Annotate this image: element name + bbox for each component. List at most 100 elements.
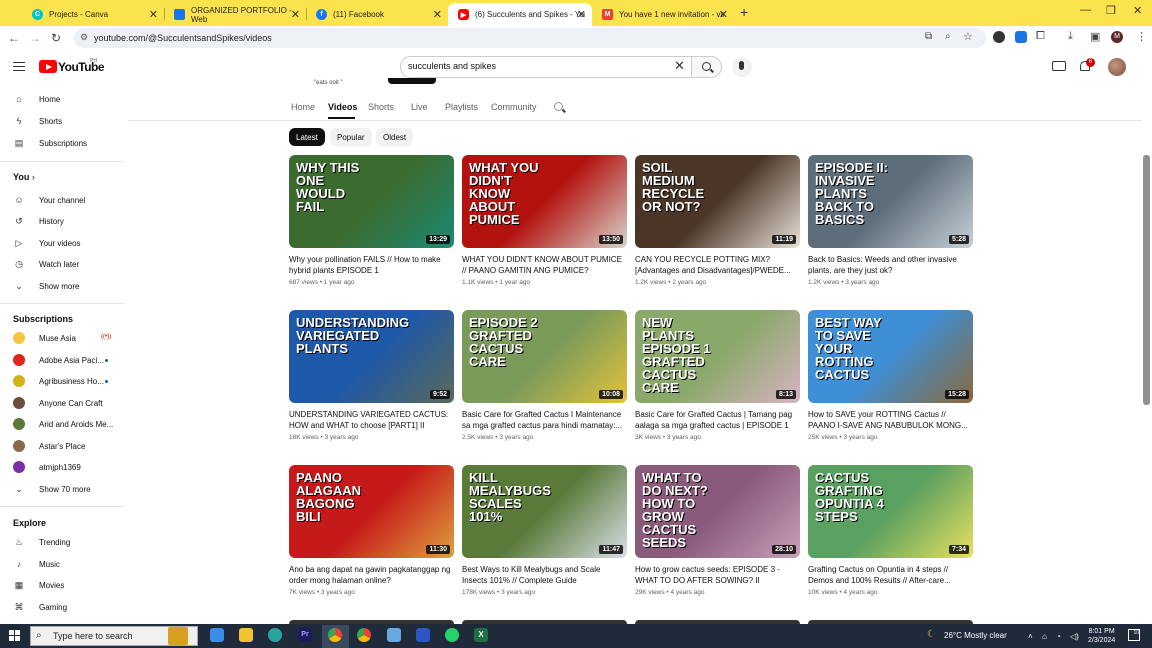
clear-search-icon[interactable]: ✕ [674,58,685,74]
sidebar-item-watch-later[interactable]: ◷ Watch later [0,253,124,275]
bookmark-star-icon[interactable]: ☆ [963,30,973,43]
taskbar-app-icon[interactable] [210,628,224,642]
tab-playlists[interactable]: Playlists [445,102,478,112]
video-title[interactable]: Basic Care for Grafted Cactus | Tamang p… [635,409,797,431]
excel-icon[interactable]: X [474,628,488,642]
close-tab-icon[interactable]: ✕ [577,8,586,21]
video-title[interactable]: Grafting Cactus on Opuntia in 4 steps //… [808,564,970,586]
browser-tab-facebook[interactable]: f (11) Facebook ✕ [306,3,448,26]
scrollbar[interactable] [1143,155,1150,405]
video-title[interactable]: UNDERSTANDING VARIEGATED CACTUS: HOW and… [289,409,451,431]
filter-chip-latest[interactable]: Latest [289,128,325,146]
browser-tab-canva[interactable]: C Projects - Canva ✕ [22,3,164,26]
tab-community[interactable]: Community [491,102,537,112]
sidebar-item-home[interactable]: ⌂ Home [0,88,124,110]
channel-search-icon[interactable] [554,102,563,111]
video-thumbnail[interactable]: SOIL MEDIUM RECYCLE OR NOT? 11:19 [635,155,800,248]
video-thumbnail[interactable]: UNDERSTANDING VARIEGATED PLANTS 9:52 [289,310,454,403]
video-thumbnail[interactable]: EPISODE II: INVASIVE PLANTS BACK TO BASI… [808,155,973,248]
sidebar-item-history[interactable]: ↺ History [0,210,124,232]
search-button[interactable] [692,56,722,78]
more-menu-icon[interactable]: ⋮ [1136,30,1147,43]
video-thumbnail[interactable]: BEST WAY TO SAVE YOUR ROTTING CACTUS 15:2… [808,310,973,403]
profile-avatar[interactable]: M [1111,31,1123,43]
video-thumbnail[interactable]: WHAT TO DO NEXT? HOW TO GROW CACTUS SEED… [635,465,800,558]
close-window-icon[interactable]: ✕ [1133,4,1142,17]
subscription-item[interactable]: Adobe Asia Paci... [0,349,124,371]
sidebar-item-movies[interactable]: ▦ Movies [0,574,124,596]
install-app-icon[interactable]: ⧉ [925,31,932,42]
network-icon[interactable]: ⌂ [1042,632,1047,641]
sidebar-item-your-videos[interactable]: ▷ Your videos [0,232,124,254]
new-tab-icon[interactable]: + [740,4,748,20]
video-title[interactable]: How to SAVE your ROTTING Cactus // PAANO… [808,409,970,431]
sidebar-item-trending[interactable]: ♨ Trending [0,531,124,553]
video-thumbnail[interactable]: CACTUS GRAFTING OPUNTIA 4 STEPS 7:34 [808,465,973,558]
reload-icon[interactable]: ↻ [51,31,61,45]
video-title[interactable]: WHAT YOU DIDN'T KNOW ABOUT PUMICE // PAA… [462,254,624,276]
whatsapp-icon[interactable] [445,628,459,642]
wifi-icon[interactable]: ◔ [1056,632,1061,641]
sidebar-show-more[interactable]: ⌄ Show more [0,275,124,297]
file-explorer-icon[interactable] [239,628,253,642]
youtube-wordmark[interactable]: YouTube [58,60,105,74]
download-icon[interactable]: ⤓ [1068,30,1073,43]
subscription-item[interactable]: Anyone Can Craft [0,392,124,414]
user-avatar[interactable] [1108,58,1126,76]
restore-icon[interactable]: ❐ [1106,4,1116,17]
create-video-icon[interactable] [1052,61,1066,71]
browser-tab-portfolio[interactable]: ORGANIZED PORTFOLIO - Web ✕ [164,3,306,26]
sidebar-item-gaming[interactable]: ⌘ Gaming [0,596,124,618]
close-tab-icon[interactable]: ✕ [719,8,728,21]
tab-videos[interactable]: Videos [328,102,357,112]
tray-chevron-icon[interactable]: ˄ [1028,632,1033,641]
youtube-logo-icon[interactable] [39,60,57,73]
close-tab-icon[interactable]: ✕ [291,8,300,21]
back-icon[interactable]: ← [8,31,20,45]
zoom-icon[interactable]: ⌕ [945,31,951,42]
site-info-icon[interactable]: ⚙ [80,32,88,43]
video-thumbnail[interactable]: NEW PLANTS EPISODE 1 GRAFTED CACTUS CARE… [635,310,800,403]
forward-icon[interactable]: → [29,31,41,45]
voice-search-icon[interactable] [732,57,752,77]
video-title[interactable]: CAN YOU RECYCLE POTTING MIX? [Advantages… [635,254,797,276]
video-title[interactable]: Basic Care for Grafted Cactus I Maintena… [462,409,624,431]
search-value[interactable]: succulents and spikes [408,61,496,71]
sidebar-item-subscriptions[interactable]: ▤ Subscriptions [0,132,124,154]
minimize-icon[interactable]: — [1080,4,1091,16]
taskbar-app-icon[interactable] [416,628,430,642]
close-tab-icon[interactable]: ✕ [149,8,158,21]
subscription-item[interactable]: Muse Asia ((•)) [0,327,124,349]
subscription-item[interactable]: Arid and Aroids Me... [0,413,124,435]
tab-live[interactable]: Live [411,102,428,112]
taskbar-clock[interactable]: 8:01 PM 2/3/2024 [1088,627,1115,645]
filter-chip-oldest[interactable]: Oldest [376,128,414,146]
extension-icon[interactable] [1015,31,1027,43]
premiere-pro-icon[interactable]: Pr [298,628,312,642]
close-tab-icon[interactable]: ✕ [433,8,442,21]
volume-icon[interactable]: ◁) [1070,632,1079,641]
taskbar-app-icon[interactable] [268,628,282,642]
sidebar-you-heading[interactable]: You › [13,172,35,182]
tab-home[interactable]: Home [291,102,315,112]
subscription-item[interactable]: Agribusiness Ho... [0,370,124,392]
subscription-item[interactable]: Astar's Place [0,435,124,457]
taskbar-app-icon[interactable] [387,628,401,642]
taskbar-search-placeholder[interactable]: Type here to search [53,631,133,641]
video-title[interactable]: Ano ba ang dapat na gawin pagkatanggap n… [289,564,451,586]
hamburger-menu-icon[interactable] [13,62,25,71]
sidebar-item-music[interactable]: ♪ Music [0,553,124,575]
chrome-icon[interactable] [328,628,342,642]
subscribe-button[interactable] [388,78,436,84]
weather-text[interactable]: 26°C Mostly clear [944,631,1007,640]
browser-tab-gmail[interactable]: M You have 1 new invitation - vah ✕ [592,3,734,26]
sidebar-item-your-channel[interactable]: ☺ Your channel [0,189,124,211]
video-thumbnail[interactable]: WHAT YOU DIDN'T KNOW ABOUT PUMICE 13:50 [462,155,627,248]
side-panel-icon[interactable]: ▣ [1090,30,1100,43]
sidebar-show-more-subscriptions[interactable]: ⌄ Show 70 more [0,478,124,500]
video-thumbnail[interactable]: KILL MEALYBUGS SCALES 101% 11:47 [462,465,627,558]
video-title[interactable]: Best Ways to Kill Mealybugs and Scale In… [462,564,624,586]
video-title[interactable]: Why your pollination FAILS // How to mak… [289,254,451,276]
windows-start-icon[interactable] [9,630,20,641]
chrome-icon[interactable] [357,628,371,642]
